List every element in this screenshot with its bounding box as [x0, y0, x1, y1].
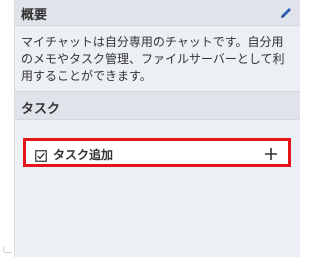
task-header: タスク: [15, 92, 300, 120]
checkbox-icon: [35, 147, 47, 162]
add-task-label: タスク追加: [53, 148, 114, 162]
overview-description: マイチャットは自分専用のチャットです。自分用のメモやタスク管理、ファイルサーバー…: [15, 26, 300, 92]
right-sidebar-panel: 概要 マイチャットは自分専用のチャットです。自分用のメモやタスク管理、ファイルサ…: [14, 0, 300, 257]
task-area: タスク追加: [15, 120, 300, 257]
task-title: タスク: [21, 102, 61, 117]
left-gutter: [0, 0, 14, 257]
pencil-icon[interactable]: [278, 5, 294, 21]
plus-icon: [264, 146, 278, 160]
resize-corner-mark: [3, 246, 12, 253]
add-task-button[interactable]: タスク追加: [23, 138, 291, 167]
overview-title: 概要: [21, 8, 48, 23]
overview-header: 概要: [15, 0, 300, 26]
